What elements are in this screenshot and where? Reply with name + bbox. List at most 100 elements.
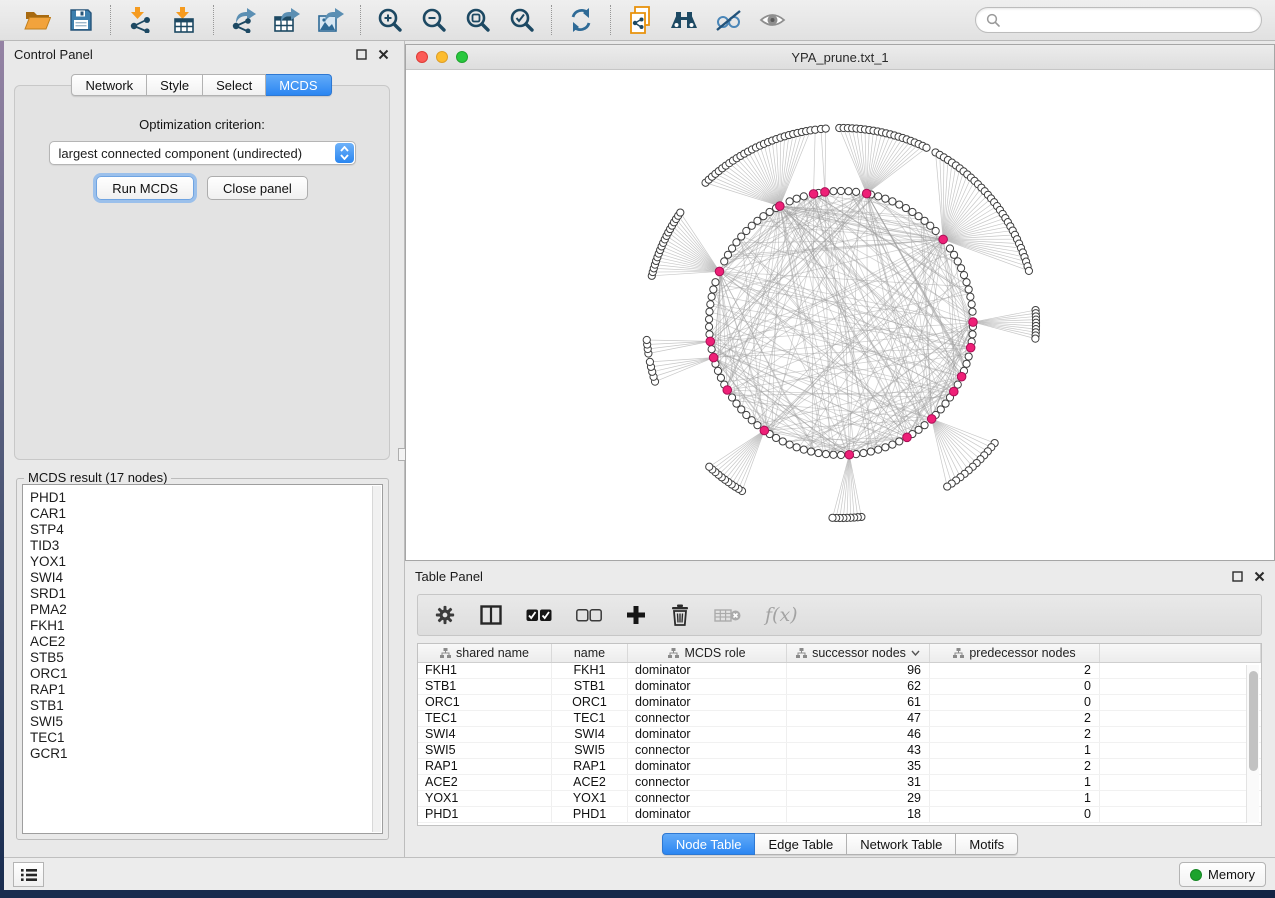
table-cell[interactable]: ACE2 <box>552 775 628 790</box>
network-node[interactable] <box>969 308 976 315</box>
mcds-hub-node[interactable] <box>723 386 732 395</box>
network-node[interactable] <box>875 446 882 453</box>
table-row[interactable]: ORC1ORC1dominator610 <box>418 695 1261 711</box>
table-cell[interactable]: SWI5 <box>552 743 628 758</box>
network-node[interactable] <box>889 441 896 448</box>
network-node[interactable] <box>708 293 715 300</box>
table-cell[interactable]: TEC1 <box>418 711 552 726</box>
network-node[interactable] <box>852 188 859 195</box>
table-cell[interactable]: dominator <box>628 807 787 822</box>
network-node[interactable] <box>829 514 836 521</box>
table-cell[interactable]: dominator <box>628 663 787 678</box>
table-cell[interactable]: RAP1 <box>552 759 628 774</box>
apply-layout-button[interactable] <box>565 4 597 36</box>
save-session-button[interactable] <box>65 4 97 36</box>
hide-graphics-details-button[interactable] <box>712 4 744 36</box>
show-panels-button[interactable] <box>13 862 44 887</box>
network-search-field[interactable] <box>975 7 1262 33</box>
table-cell[interactable]: 0 <box>930 807 1100 822</box>
table-cell[interactable]: TEC1 <box>552 711 628 726</box>
table-cell[interactable]: 31 <box>787 775 930 790</box>
network-node[interactable] <box>950 251 957 258</box>
table-cell[interactable]: SWI4 <box>418 727 552 742</box>
network-node[interactable] <box>830 451 837 458</box>
mcds-result-item[interactable]: STB5 <box>30 650 382 666</box>
add-column-button[interactable] <box>626 600 646 630</box>
network-node[interactable] <box>882 195 889 202</box>
mcds-hub-node[interactable] <box>809 190 818 199</box>
table-cell[interactable]: 1 <box>930 743 1100 758</box>
table-cell[interactable]: dominator <box>628 695 787 710</box>
network-node[interactable] <box>793 444 800 451</box>
show-columns-button[interactable] <box>480 600 502 630</box>
table-cell[interactable]: 62 <box>787 679 930 694</box>
network-node[interactable] <box>793 195 800 202</box>
table-cell[interactable]: 2 <box>930 711 1100 726</box>
float-panel-icon[interactable] <box>1232 571 1243 582</box>
table-cell[interactable]: STB1 <box>418 679 552 694</box>
mcds-result-item[interactable]: CAR1 <box>30 506 382 522</box>
network-node[interactable] <box>706 308 713 315</box>
tab-edge-table[interactable]: Edge Table <box>755 833 847 855</box>
table-cell[interactable]: PHD1 <box>418 807 552 822</box>
network-node[interactable] <box>643 336 650 343</box>
network-node[interactable] <box>960 272 967 279</box>
network-node[interactable] <box>889 198 896 205</box>
mcds-hub-node[interactable] <box>776 202 785 211</box>
table-row[interactable]: FKH1FKH1dominator962 <box>418 663 1261 679</box>
network-node[interactable] <box>968 301 975 308</box>
mcds-hub-node[interactable] <box>949 387 958 396</box>
network-node[interactable] <box>800 446 807 453</box>
mcds-result-item[interactable]: SRD1 <box>30 586 382 602</box>
tab-select[interactable]: Select <box>203 74 266 96</box>
table-row[interactable]: YOX1YOX1connector291 <box>418 791 1261 807</box>
table-cell[interactable]: 47 <box>787 711 930 726</box>
tab-motifs[interactable]: Motifs <box>956 833 1018 855</box>
table-cell[interactable]: 0 <box>930 695 1100 710</box>
network-node[interactable] <box>706 463 713 470</box>
network-node[interactable] <box>808 448 815 455</box>
column-header-predecessor-nodes[interactable]: predecessor nodes <box>930 644 1100 662</box>
network-node[interactable] <box>710 286 717 293</box>
table-row[interactable]: RAP1RAP1dominator352 <box>418 759 1261 775</box>
import-network-button[interactable] <box>124 4 156 36</box>
mcds-result-item[interactable]: ACE2 <box>30 634 382 650</box>
run-mcds-button[interactable]: Run MCDS <box>96 176 194 200</box>
mcds-result-item[interactable]: STB1 <box>30 698 382 714</box>
mcds-list-scrollbar[interactable] <box>372 486 381 832</box>
table-cell[interactable]: ORC1 <box>418 695 552 710</box>
fit-selected-button[interactable] <box>506 4 538 36</box>
network-node[interactable] <box>822 451 829 458</box>
network-node[interactable] <box>1025 267 1032 274</box>
table-row[interactable]: PHD1PHD1dominator180 <box>418 807 1261 823</box>
mcds-result-item[interactable]: SWI4 <box>30 570 382 586</box>
select-all-checkboxes-button[interactable] <box>526 600 552 630</box>
mcds-hub-node[interactable] <box>939 235 948 244</box>
column-header-shared-name[interactable]: shared name <box>418 644 552 662</box>
network-canvas[interactable] <box>406 70 1274 560</box>
network-node[interactable] <box>714 367 721 374</box>
mcds-result-item[interactable]: PHD1 <box>30 490 382 506</box>
network-node[interactable] <box>965 353 972 360</box>
network-node[interactable] <box>717 374 724 381</box>
export-image-button[interactable] <box>315 4 347 36</box>
network-node[interactable] <box>705 323 712 330</box>
table-cell[interactable]: YOX1 <box>418 791 552 806</box>
tab-network[interactable]: Network <box>71 74 147 96</box>
table-cell[interactable]: 43 <box>787 743 930 758</box>
table-row[interactable]: SWI5SWI5connector431 <box>418 743 1261 759</box>
column-header-name[interactable]: name <box>552 644 628 662</box>
network-node[interactable] <box>786 198 793 205</box>
mcds-result-item[interactable]: STP4 <box>30 522 382 538</box>
table-row[interactable]: ACE2ACE2connector311 <box>418 775 1261 791</box>
network-node[interactable] <box>969 331 976 338</box>
network-node[interactable] <box>896 438 903 445</box>
float-panel-icon[interactable] <box>356 49 367 60</box>
mcds-hub-node[interactable] <box>709 353 718 362</box>
network-node[interactable] <box>779 438 786 445</box>
mcds-hub-node[interactable] <box>957 372 966 381</box>
table-scrollbar-thumb[interactable] <box>1249 671 1258 771</box>
column-header-MCDS-role[interactable]: MCDS role <box>628 644 787 662</box>
network-node[interactable] <box>965 286 972 293</box>
network-node[interactable] <box>957 265 964 272</box>
